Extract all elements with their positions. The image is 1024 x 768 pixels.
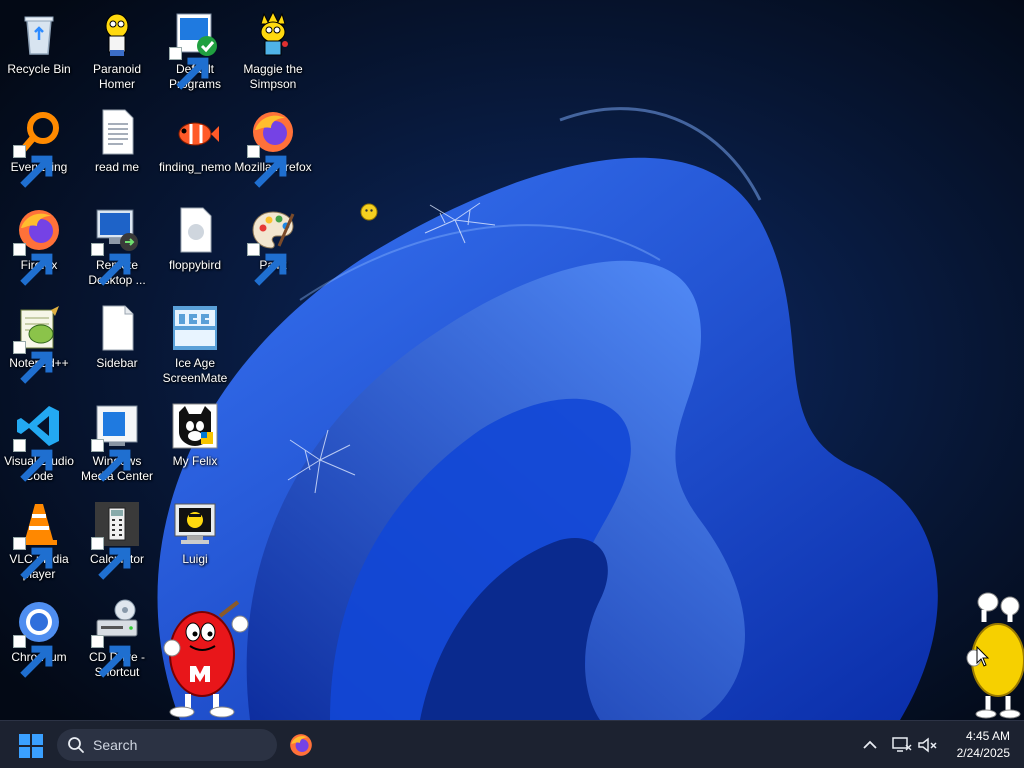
network-status-button[interactable] bbox=[889, 733, 913, 757]
shortcut-arrow-icon bbox=[13, 439, 53, 482]
desktop-icon-recycle-bin[interactable]: Recycle Bin bbox=[0, 4, 78, 100]
vscode-icon bbox=[13, 402, 63, 482]
cd-drive-icon bbox=[91, 598, 141, 678]
clownfish-icon bbox=[171, 108, 219, 156]
desktop-icon-my-felix[interactable]: My Felix bbox=[156, 396, 234, 492]
shortcut-arrow-icon bbox=[13, 635, 53, 678]
desktop-icon-ice-age-screenmate[interactable]: Ice Age ScreenMate bbox=[156, 298, 234, 394]
network-icon bbox=[892, 737, 912, 752]
notepad-plus-plus-icon bbox=[13, 304, 63, 384]
desktop-icon-label: Recycle Bin bbox=[7, 62, 71, 76]
desktop-icon-paranoid-homer[interactable]: Paranoid Homer bbox=[78, 4, 156, 100]
recycle-bin-icon bbox=[15, 10, 63, 58]
taskbar-search-box[interactable]: Search bbox=[57, 729, 277, 761]
desktop-icon-luigi[interactable]: Luigi bbox=[156, 494, 234, 590]
desktop-icon-label: Ice Age ScreenMate bbox=[162, 356, 228, 385]
desktop-icon-label: Luigi bbox=[182, 552, 208, 566]
show-hidden-icons-button[interactable] bbox=[858, 733, 882, 757]
clock-date: 2/24/2025 bbox=[956, 746, 1010, 760]
system-clock[interactable]: 4:45 AM 2/24/2025 bbox=[940, 728, 1010, 762]
text-document-icon bbox=[93, 108, 141, 156]
desktop-icon-label: floppybird bbox=[168, 258, 222, 272]
desktop-icon-windows-media-center[interactable]: Windows Media Center bbox=[78, 396, 156, 492]
taskbar: Search 4:45 AM 2/24/2025 bbox=[0, 720, 1024, 768]
desktop-icon-sidebar[interactable]: Sidebar bbox=[78, 298, 156, 394]
shortcut-arrow-icon bbox=[13, 243, 53, 286]
felix-cat-icon bbox=[171, 402, 219, 450]
small-smiley-sprite-icon[interactable] bbox=[360, 203, 378, 221]
vlc-cone-icon bbox=[13, 500, 63, 580]
desktop-icon-label: Paranoid Homer bbox=[92, 62, 142, 91]
paint-palette-icon bbox=[247, 206, 297, 286]
desktop-icon-label: My Felix bbox=[172, 454, 218, 468]
desktop-icon-label: read me bbox=[94, 160, 140, 174]
default-programs-icon bbox=[169, 10, 219, 90]
desktop-icon-notepad-plus-plus[interactable]: Notepad++ bbox=[0, 298, 78, 394]
desktop-icon-label: Maggie the Simpson bbox=[243, 62, 303, 91]
shortcut-arrow-icon bbox=[91, 439, 131, 482]
desktop-icon-everything[interactable]: Everything bbox=[0, 102, 78, 198]
blank-document-icon bbox=[93, 304, 141, 352]
desktop-icon-firefox[interactable]: Firefox bbox=[0, 200, 78, 296]
search-placeholder: Search bbox=[93, 737, 138, 753]
calculator-icon bbox=[91, 500, 141, 580]
desktop-icon-calculator[interactable]: Calculator bbox=[78, 494, 156, 590]
shortcut-arrow-icon bbox=[169, 47, 209, 90]
yellow-mm-mascot-sprite-icon[interactable] bbox=[966, 592, 1024, 720]
desktop-icon-vlc-media-player[interactable]: VLC media player bbox=[0, 494, 78, 590]
shortcut-arrow-icon bbox=[91, 635, 131, 678]
search-icon bbox=[68, 737, 84, 753]
speaker-muted-icon bbox=[918, 737, 937, 753]
firefox-icon bbox=[290, 734, 312, 756]
firefox-icon bbox=[13, 206, 63, 286]
mouse-cursor-icon bbox=[976, 646, 990, 667]
desktop-icon-chromium[interactable]: Chromium bbox=[0, 592, 78, 688]
shortcut-arrow-icon bbox=[13, 341, 53, 384]
shortcut-arrow-icon bbox=[247, 145, 287, 188]
shortcut-arrow-icon bbox=[91, 537, 131, 580]
firefox-icon bbox=[247, 108, 297, 188]
taskbar-app-firefox[interactable] bbox=[288, 732, 314, 758]
desktop-icon-paint[interactable]: Paint bbox=[234, 200, 312, 296]
chevron-up-icon bbox=[863, 740, 877, 749]
desktop-icon-read-me[interactable]: read me bbox=[78, 102, 156, 198]
ice-age-logo-icon bbox=[171, 304, 219, 352]
luigi-monitor-icon bbox=[171, 500, 219, 548]
desktop-icon-remote-desktop[interactable]: Remote Desktop ... bbox=[78, 200, 156, 296]
red-mm-mascot-sprite-icon[interactable] bbox=[160, 596, 250, 720]
glass-crack-icon bbox=[287, 429, 356, 494]
maggie-simpson-icon bbox=[249, 10, 297, 58]
desktop-area: Recycle Bin Paranoid Homer Default Progr… bbox=[0, 0, 1024, 720]
desktop-icon-label: finding_nemo bbox=[158, 160, 232, 174]
shortcut-arrow-icon bbox=[13, 537, 53, 580]
desktop-icon-visual-studio-code[interactable]: Visual Studio Code bbox=[0, 396, 78, 492]
shortcut-arrow-icon bbox=[91, 243, 131, 286]
windows-logo-icon bbox=[19, 734, 43, 758]
shortcut-arrow-icon bbox=[247, 243, 287, 286]
desktop-icon-finding-nemo[interactable]: finding_nemo bbox=[156, 102, 234, 198]
homer-simpson-icon bbox=[93, 10, 141, 58]
shortcut-arrow-icon bbox=[13, 145, 53, 188]
desktop-icon-floppybird[interactable]: floppybird bbox=[156, 200, 234, 296]
desktop-icon-label: Sidebar bbox=[96, 356, 138, 370]
everything-search-icon bbox=[13, 108, 63, 188]
clock-time: 4:45 AM bbox=[965, 729, 1010, 743]
chromium-icon bbox=[13, 598, 63, 678]
desktop-icon-cd-drive-shortcut[interactable]: CD Drive - Shortcut bbox=[78, 592, 156, 688]
windows-media-center-icon bbox=[91, 402, 141, 482]
desktop-icon-mozilla-firefox[interactable]: Mozilla Firefox bbox=[234, 102, 312, 198]
remote-desktop-icon bbox=[91, 206, 141, 286]
start-button[interactable] bbox=[18, 733, 44, 759]
desktop-icon-maggie-simpson[interactable]: Maggie the Simpson bbox=[234, 4, 312, 100]
glass-crack-icon bbox=[424, 202, 496, 244]
file-document-icon bbox=[171, 206, 219, 254]
volume-button[interactable] bbox=[915, 733, 939, 757]
desktop-icon-default-programs[interactable]: Default Programs bbox=[156, 4, 234, 100]
